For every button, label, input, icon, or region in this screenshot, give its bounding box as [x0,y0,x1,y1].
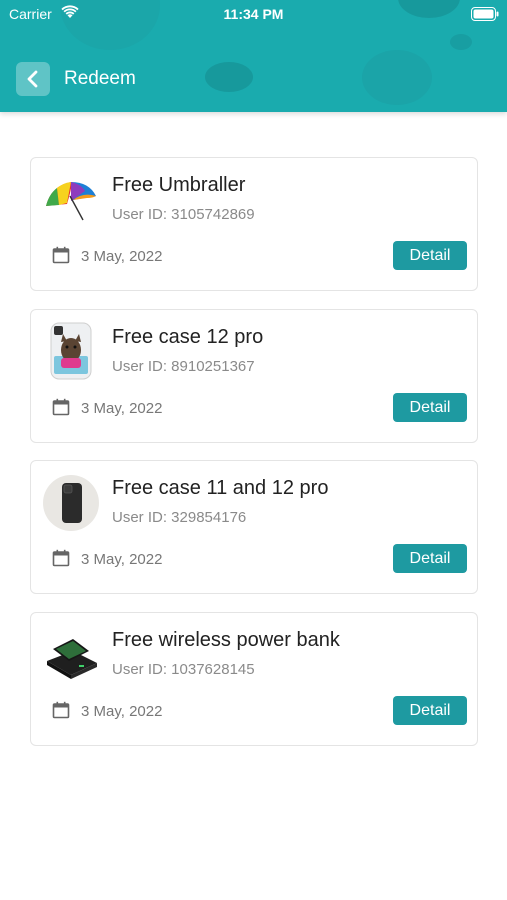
redeem-date: 3 May, 2022 [81,400,163,417]
card-title: Free case 12 pro [112,326,264,348]
detail-button[interactable]: Detail [393,241,467,270]
detail-button[interactable]: Detail [393,696,467,725]
redeem-card[interactable]: Free wireless power bank User ID: 103762… [30,612,478,746]
card-title: Free Umbraller [112,174,246,196]
redeem-card[interactable]: Free case 12 pro User ID: 8910251367 3 M… [30,309,478,443]
page-title: Redeem [64,68,136,89]
status-time: 11:34 PM [223,6,284,22]
user-id-label: User ID: 329854176 [112,509,247,526]
decor-bubble [450,34,472,50]
redeem-card[interactable]: Free case 11 and 12 pro User ID: 3298541… [30,460,478,594]
back-button[interactable] [16,62,50,96]
redeem-date: 3 May, 2022 [81,551,163,568]
phone-case-dog-icon [49,322,93,380]
calendar-icon [52,246,70,269]
user-id-label: User ID: 1037628145 [112,661,255,678]
calendar-icon [52,549,70,572]
decor-bubble [205,62,253,92]
redeem-card[interactable]: Free Umbraller User ID: 3105742869 3 May… [30,157,478,291]
detail-button[interactable]: Detail [393,393,467,422]
user-id-label: User ID: 3105742869 [112,206,255,223]
redeem-date: 3 May, 2022 [81,703,163,720]
redeem-date: 3 May, 2022 [81,248,163,265]
card-title: Free case 11 and 12 pro [112,477,329,499]
power-bank-icon [43,627,99,683]
phone-case-black-icon [43,475,99,531]
decor-bubble [362,50,432,105]
chevron-left-icon [27,70,38,88]
umbrella-icon [43,172,99,228]
card-title: Free wireless power bank [112,629,340,651]
battery-icon [471,7,499,24]
detail-button[interactable]: Detail [393,544,467,573]
status-bar: Carrier 11:34 PM [0,0,507,30]
calendar-icon [52,398,70,421]
calendar-icon [52,701,70,724]
user-id-label: User ID: 8910251367 [112,358,255,375]
app-header: Carrier 11:34 PM Redeem [0,0,507,112]
